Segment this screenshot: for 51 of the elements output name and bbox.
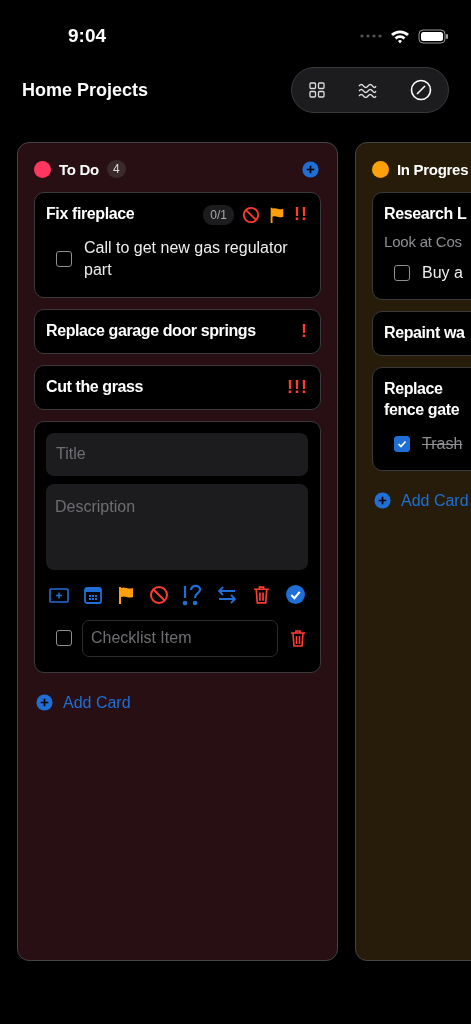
blocked-icon	[148, 584, 169, 605]
task-card[interactable]: Repaint wa	[372, 311, 471, 356]
title-field[interactable]: Title	[46, 432, 308, 476]
signal-icon	[360, 34, 382, 38]
task-card[interactable]: Replace fence gate Trash	[372, 367, 471, 471]
card-title: Fix fireplace	[46, 204, 135, 225]
checkbox[interactable]	[56, 251, 72, 268]
card-title: Repaint wa	[384, 323, 465, 344]
progress-badge: 0/1	[203, 204, 234, 225]
checkbox[interactable]	[394, 265, 410, 281]
checklist-field[interactable]: Checklist Item	[82, 619, 278, 657]
flag-icon	[268, 205, 286, 224]
checkbox[interactable]	[56, 630, 72, 647]
board-title: Home Projects	[22, 79, 149, 101]
add-icon[interactable]	[302, 160, 319, 178]
wifi-icon	[390, 28, 410, 44]
task-card[interactable]: Cut the grass !!!	[34, 364, 321, 410]
priority-mark: !	[301, 320, 308, 342]
check-icon	[397, 438, 407, 449]
confirm-icon[interactable]	[284, 584, 306, 606]
card-title: Replace garage door springs	[46, 320, 256, 341]
waves-icon[interactable]	[357, 82, 377, 98]
checklist-item: Trash	[422, 433, 463, 454]
priority-mark: !!	[294, 204, 308, 225]
trash-icon[interactable]	[288, 628, 308, 649]
swap-icon[interactable]	[216, 583, 239, 606]
checklist-item: Call to get new gas regulator part	[84, 238, 289, 281]
edit-icon[interactable]	[409, 79, 432, 101]
plus-icon	[374, 492, 391, 510]
card-description: Look at Cos	[384, 232, 463, 250]
task-card[interactable]: Fix fireplace 0/1 !! Call to get new gas regulator part	[34, 192, 321, 298]
checklist-item: Buy a	[422, 262, 463, 283]
card-title: Research L	[384, 204, 467, 224]
column-title: In Progres	[397, 160, 469, 178]
task-card[interactable]: Replace garage door springs !	[34, 308, 321, 354]
status-time: 9:04	[68, 25, 107, 47]
card-count: 4	[106, 160, 126, 178]
card-title: Cut the grass	[46, 376, 144, 397]
description-field[interactable]: Description	[46, 483, 308, 570]
plus-icon	[36, 694, 53, 712]
column-title: To Do	[59, 160, 99, 178]
battery-icon	[418, 28, 449, 44]
blocked-icon	[242, 205, 260, 224]
grid-icon[interactable]	[308, 82, 325, 98]
priority-mark: !!!	[287, 376, 308, 398]
checkbox[interactable]	[394, 435, 410, 452]
task-card[interactable]: Research L Look at Cos Buy a	[372, 192, 471, 301]
add-card-button[interactable]: Add Card	[34, 683, 133, 722]
card-title: Replace fence gate	[384, 379, 460, 420]
calendar-icon[interactable]	[82, 584, 103, 605]
priority-icon[interactable]	[181, 583, 204, 606]
